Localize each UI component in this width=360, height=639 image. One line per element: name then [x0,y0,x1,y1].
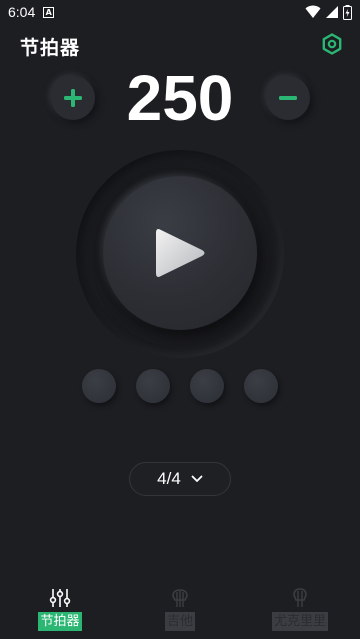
sliders-icon [48,586,72,610]
time-signature-select[interactable]: 4/4 [129,462,231,496]
chevron-down-icon [191,475,203,482]
nav-item-guitar[interactable]: 吉他 [140,586,220,634]
beat-indicator-2[interactable] [136,369,170,403]
increase-bpm-button[interactable] [51,76,95,120]
battery-icon [343,4,352,20]
status-bar: 6:04 A [0,0,360,24]
nav-label-ukulele: 尤克里里 [271,612,328,631]
nav-item-metronome[interactable]: 节拍器 [20,586,100,634]
nav-item-ukulele[interactable]: 尤克里里 [260,586,340,634]
plus-icon [64,89,82,107]
minus-icon [279,96,297,100]
page-title: 节拍器 [20,37,81,59]
nav-label-guitar: 吉他 [164,612,195,631]
guitar-icon [168,586,192,610]
beat-indicator-4[interactable] [244,369,278,403]
wifi-icon [305,5,321,18]
status-icons [305,4,352,20]
settings-button[interactable] [318,30,346,58]
time-signature-value: 4/4 [157,469,181,488]
decrease-bpm-button[interactable] [266,76,310,120]
beat-indicator-3[interactable] [190,369,224,403]
beat-indicator-1[interactable] [82,369,116,403]
notification-icon: A [43,6,55,18]
play-button[interactable] [103,176,257,330]
play-icon [156,229,205,277]
status-time: 6:04 [8,4,36,20]
bpm-value: 250 [126,62,234,134]
gear-icon [322,33,342,55]
ukulele-icon [288,586,312,610]
nav-label-metronome: 节拍器 [38,612,82,631]
signal-icon [326,6,338,18]
